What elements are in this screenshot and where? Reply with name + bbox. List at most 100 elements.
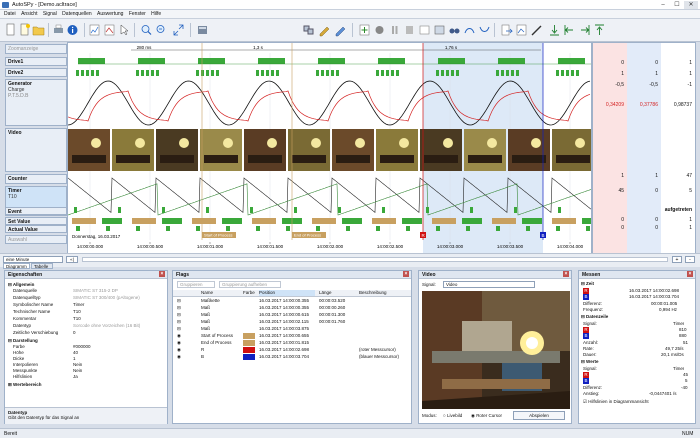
pulse	[146, 70, 149, 76]
align-up-icon[interactable]	[593, 23, 606, 37]
zoom-out-button[interactable]: -	[685, 256, 695, 263]
scroll-start-button[interactable]: «|	[66, 256, 78, 263]
signal-actualvalue[interactable]: Actual Value	[5, 225, 67, 233]
zoom-in-button[interactable]: +	[672, 256, 682, 263]
horizontal-scrollbar[interactable]	[82, 257, 668, 262]
signal-setvalue[interactable]: Set Value	[5, 217, 67, 225]
print-icon[interactable]	[52, 23, 65, 37]
cursor-icon[interactable]	[118, 23, 131, 37]
pause-icon[interactable]	[388, 23, 401, 37]
flag-row[interactable]: ◉ End of Process 16.03.2017 14:00:01.815	[173, 340, 411, 346]
range-select[interactable]: eine Minute	[3, 256, 63, 263]
tab-diagramm[interactable]: Diagramm	[3, 263, 30, 269]
stop-icon[interactable]	[403, 23, 416, 37]
video-floor	[336, 155, 370, 163]
menu-datenquellen[interactable]: Datenquellen	[62, 11, 91, 17]
info-icon[interactable]	[66, 23, 79, 37]
selection-label[interactable]: Auswahl	[5, 235, 67, 244]
chart-doc-icon[interactable]	[103, 23, 116, 37]
signal-event[interactable]: Event	[5, 207, 67, 215]
property-row[interactable]: Technischer Name T10	[5, 309, 167, 315]
flag-row[interactable]: ⊟ Maßkette 16.03.2017 14:00:00.355 00:00:03…	[173, 298, 411, 304]
flag-row[interactable]: ⊟ Maß 16.03.2017 14:00:00.355 00:00:00.260	[173, 305, 411, 311]
zoom-out-icon[interactable]	[155, 23, 168, 37]
zoom-fit-icon[interactable]	[172, 23, 185, 37]
property-row[interactable]: Kommentar T10	[5, 316, 167, 322]
mode-red-cursor-radio[interactable]: ◉ Roter Cursor	[471, 413, 502, 419]
video-signal-select[interactable]: Video	[443, 281, 535, 288]
close-button[interactable]: ✕	[684, 1, 698, 9]
export-chart-icon[interactable]	[515, 23, 528, 37]
find-next-icon[interactable]	[478, 23, 491, 37]
pulse	[78, 58, 105, 64]
section-wertebereich[interactable]: ⊞ Wertebereich	[5, 382, 167, 388]
record-add-icon[interactable]	[358, 23, 371, 37]
close-icon[interactable]: ×	[687, 271, 693, 277]
flag-row[interactable]: ⊟ Maß 16.03.2017 14:00:03.875	[173, 326, 411, 332]
zoom-label[interactable]: Zoomanzeige	[5, 44, 67, 54]
minimize-button[interactable]: –	[656, 1, 670, 9]
signal-drive1[interactable]: Drive1	[5, 57, 67, 66]
flag-row[interactable]: ◉ B 16.03.2017 14:00:03.704 (blauer Messcur…	[173, 354, 411, 360]
flag-row[interactable]: ◉ Start of Process 16.03.2017 14:00:00.655	[173, 333, 411, 339]
time-tick-label: 14:00:03.500	[497, 244, 524, 249]
align-right-icon[interactable]	[578, 23, 591, 37]
group-button[interactable]: Gruppieren	[177, 281, 215, 288]
close-icon[interactable]: ×	[159, 271, 165, 277]
property-row[interactable]: Symbolischer Name Timer	[5, 302, 167, 308]
chart-icon[interactable]	[88, 23, 101, 37]
align-down-icon[interactable]	[548, 23, 561, 37]
edit-signal2-icon[interactable]	[334, 23, 347, 37]
close-icon[interactable]: ×	[563, 271, 569, 277]
datasource-icon[interactable]	[196, 23, 209, 37]
zoom-in-icon[interactable]	[140, 23, 153, 37]
signal-generator[interactable]: Generator Charge P.T.5.D.B	[5, 79, 67, 126]
close-icon[interactable]: ×	[403, 271, 409, 277]
new-icon[interactable]	[18, 23, 31, 37]
connect-icon[interactable]	[302, 23, 315, 37]
section-werte[interactable]: ⊟ Werte	[579, 359, 695, 365]
menu-auswertung[interactable]: Auswertung	[97, 11, 123, 17]
ruler-icon[interactable]	[530, 23, 543, 37]
edit-signal-icon[interactable]	[318, 23, 331, 37]
property-row[interactable]: Zeitliche Verschiebung 0	[5, 330, 167, 336]
record-icon[interactable]	[373, 23, 386, 37]
menu-datei[interactable]: Datei	[4, 11, 16, 17]
flag-row[interactable]: ⊟ Maß 16.03.2017 14:00:00.615 00:00:01.300	[173, 312, 411, 318]
section-datenzeile[interactable]: ⊟ Datenzeile	[579, 314, 695, 320]
property-row[interactable]: Datenquelle SIMATIC S7 315-2 DP	[5, 288, 167, 294]
flag-row[interactable]: ◉ R 16.03.2017 14:00:02.698 (roter Messcurs…	[173, 347, 411, 353]
signal-drive2[interactable]: Drive2	[5, 68, 67, 77]
frame-icon[interactable]	[433, 23, 446, 37]
flag-row[interactable]: ⊟ Maß 16.03.2017 14:00:02.115 00:00:01.760	[173, 319, 411, 325]
video-light	[311, 138, 321, 148]
property-row[interactable]: Datentyp Sorcode ohne Vorzeichen (16 Bit)	[5, 323, 167, 329]
open-folder-icon[interactable]	[32, 23, 45, 37]
menu-signal[interactable]: Signal	[43, 11, 57, 17]
align-left-icon[interactable]	[563, 23, 576, 37]
menu-ansicht[interactable]: Ansicht	[21, 11, 37, 17]
new-file-icon[interactable]	[4, 23, 17, 37]
section-zeit[interactable]: ⊟ Zeit	[579, 281, 695, 287]
signal-video[interactable]: Video	[5, 128, 67, 172]
signal-plot[interactable]: 280 ms 1,3 s 1,76 s Start of Process End…	[67, 42, 618, 254]
property-row[interactable]: Datenquelltyp SIMATIC S7 300/400 (pAltoge…	[5, 295, 167, 301]
status-bar: Bereit NUM	[0, 428, 700, 438]
helplines-checkbox[interactable]: ☑ Hilfslinien in Diagrammansicht	[579, 399, 695, 405]
maximize-button[interactable]: ☐	[670, 1, 684, 9]
window-icon[interactable]	[418, 23, 431, 37]
export-icon[interactable]	[500, 23, 513, 37]
binoculars-icon[interactable]	[448, 23, 461, 37]
pulse	[386, 70, 389, 76]
mode-live-radio[interactable]: ○ Livebild	[443, 413, 462, 418]
play-button[interactable]: Abspielen	[513, 411, 565, 420]
tab-tabelle[interactable]: Tabelle	[31, 263, 53, 269]
menu-hilfe[interactable]: Hilfe	[151, 11, 161, 17]
video-floor	[204, 155, 238, 163]
ungroup-button[interactable]: Gruppierung aufheben	[219, 281, 281, 288]
setvalue-bar	[222, 218, 242, 224]
signal-counter[interactable]: Counter	[5, 174, 67, 184]
find-prev-icon[interactable]	[463, 23, 476, 37]
menu-fenster[interactable]: Fenster	[129, 11, 146, 17]
display-row[interactable]: Hilfslinien Ja	[5, 374, 167, 380]
